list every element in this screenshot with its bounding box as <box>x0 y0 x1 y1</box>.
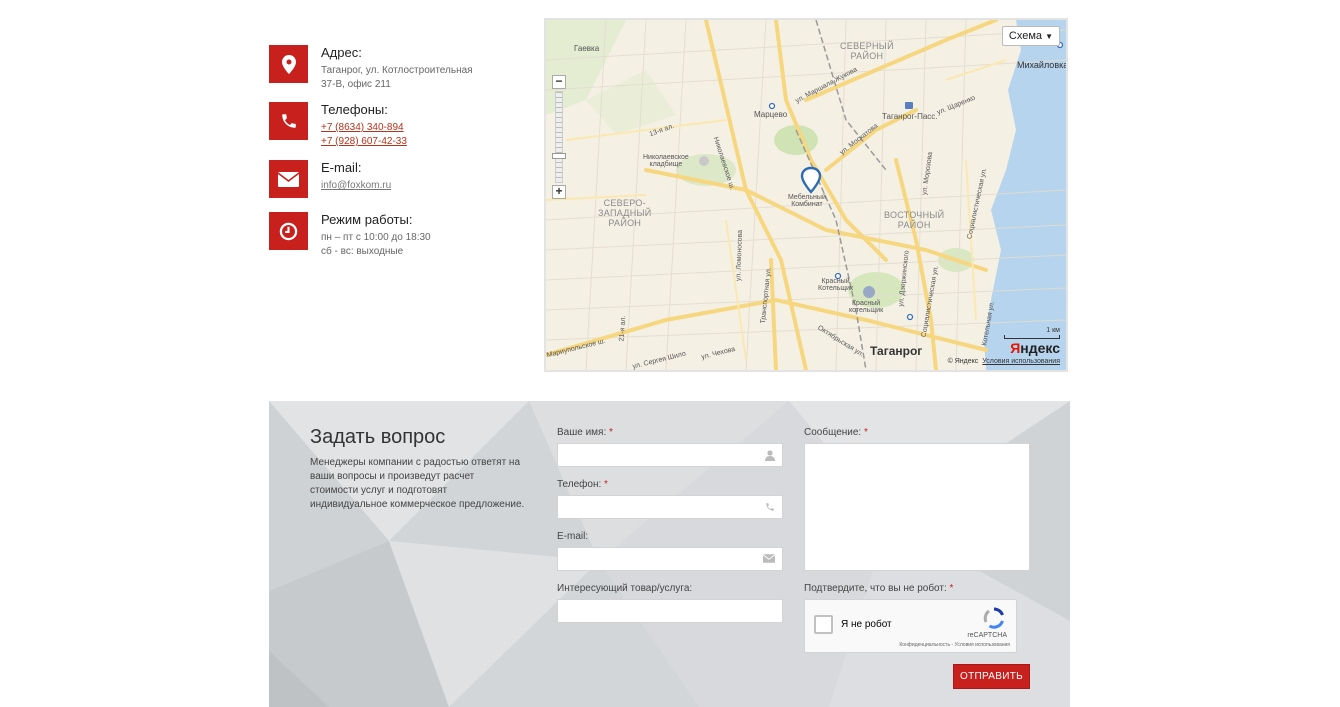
chevron-down-icon: ▼ <box>1045 32 1053 41</box>
recaptcha-checkbox[interactable] <box>814 615 833 634</box>
phone-link-2[interactable]: +7 (928) 607-42-33 <box>321 135 541 149</box>
map-copyright: © Яндекс Условия использования <box>948 358 1060 365</box>
recaptcha-logo-icon <box>983 607 1004 629</box>
map-label-krasny-kot: Красный Котельщик <box>818 278 854 292</box>
map-copyright-text: © Яндекс <box>947 358 979 365</box>
submit-button[interactable]: ОТПРАВИТЬ <box>953 664 1030 689</box>
address-line2: 37-В, офис 211 <box>321 79 391 90</box>
envelope-field-icon <box>763 554 775 563</box>
product-label: Интересующий товар/услуга: <box>557 583 693 594</box>
hours-line2: сб - вс: выходные <box>321 246 404 257</box>
zoom-control: − + <box>552 75 566 199</box>
map-scale: 1 км <box>1004 327 1060 339</box>
map-pin-icon <box>269 45 308 83</box>
robot-label: Подтвердите, что вы не робот: * <box>804 583 954 594</box>
zoom-slider-handle[interactable] <box>552 153 566 159</box>
map-label-mebel: Мебельный Комбинат <box>788 194 826 208</box>
map-label-gaevka: Гаевка <box>574 44 600 53</box>
name-label: Ваше имя: * <box>557 427 613 438</box>
map-label-nikolaevskoe: Николаевское кладбище <box>643 154 689 168</box>
phone-icon <box>269 102 308 140</box>
contact-phones: Телефоны: +7 (8634) 340-894 +7 (928) 607… <box>269 102 529 147</box>
map-label-martsevo: Марцево <box>754 110 788 119</box>
yandex-map[interactable]: Гаевка СЕВЕРНЫЙ РАЙОН Михайловка Марцево… <box>544 18 1068 372</box>
map-scale-bar <box>1004 335 1060 339</box>
recaptcha-label: Я не робот <box>841 619 892 630</box>
user-icon <box>765 450 775 461</box>
phone-field-icon <box>766 503 774 511</box>
email-input[interactable] <box>557 547 783 571</box>
map-label-vostochny: ВОСТОЧНЫЙ РАЙОН <box>884 210 945 230</box>
map-scale-label: 1 км <box>1046 327 1060 334</box>
map-type-button[interactable]: Схема ▼ <box>1001 26 1060 46</box>
phone-input[interactable] <box>557 495 783 519</box>
phone-label: Телефон: * <box>557 479 608 490</box>
map-label-severo-zap: СЕВЕРО- ЗАПАДНЫЙ РАЙОН <box>598 198 652 228</box>
recaptcha-privacy[interactable]: Конфиденциальность - Условия использован… <box>899 642 1010 648</box>
phones-title: Телефоны: <box>321 102 388 117</box>
envelope-icon <box>269 160 308 198</box>
contact-address: Адрес: Таганрог, ул. Котлостроительная 3… <box>269 45 529 90</box>
address-title: Адрес: <box>321 45 362 60</box>
map-label-mikhailovka: Михайловка <box>1017 60 1068 70</box>
question-description: Менеджеры компании с радостью ответят на… <box>310 457 525 510</box>
map-type-label: Схема <box>1008 30 1043 42</box>
question-section: Задать вопрос Менеджеры компании с радос… <box>269 401 1070 707</box>
map-label-taganrog: Таганрог <box>870 344 923 358</box>
email-link[interactable]: info@foxkom.ru <box>321 179 541 193</box>
contact-email: E-mail: info@foxkom.ru <box>269 160 529 200</box>
message-textarea[interactable] <box>804 443 1030 571</box>
question-title: Задать вопрос <box>310 426 446 448</box>
email-label: E-mail: <box>557 531 589 542</box>
hours-title: Режим работы: <box>321 212 413 227</box>
map-label-taganrog-pass: Таганрог-Пасс. <box>882 112 938 121</box>
zoom-slider[interactable] <box>555 91 563 183</box>
name-input[interactable] <box>557 443 783 467</box>
email-title: E-mail: <box>321 160 362 175</box>
map-label-severny: СЕВЕРНЫЙ РАЙОН <box>840 41 894 61</box>
yandex-logo-y: Я <box>1010 340 1021 356</box>
phone-link-1[interactable]: +7 (8634) 340-894 <box>321 121 541 135</box>
contact-hours: Режим работы: пн – пт с 10:00 до 18:30 с… <box>269 212 529 257</box>
zoom-out-button[interactable]: − <box>552 75 566 89</box>
address-line1: Таганрог, ул. Котлостроительная <box>321 65 473 76</box>
clock-icon <box>269 212 308 250</box>
zoom-in-button[interactable]: + <box>552 185 566 199</box>
map-terms-link[interactable]: Условия использования <box>982 358 1060 365</box>
recaptcha-brand: reCAPTCHA <box>967 632 1007 639</box>
product-input[interactable] <box>557 599 783 623</box>
message-label: Сообщение: * <box>804 427 868 438</box>
yandex-logo-rest: ндекс <box>1020 340 1060 356</box>
hours-line1: пн – пт с 10:00 до 18:30 <box>321 232 431 243</box>
map-label-krasny-kot2: Красный котельщик <box>849 300 884 314</box>
recaptcha-widget: Я не робот reCAPTCHA Конфиденциальность … <box>804 599 1017 653</box>
yandex-logo[interactable]: Яндекс <box>1010 340 1060 356</box>
